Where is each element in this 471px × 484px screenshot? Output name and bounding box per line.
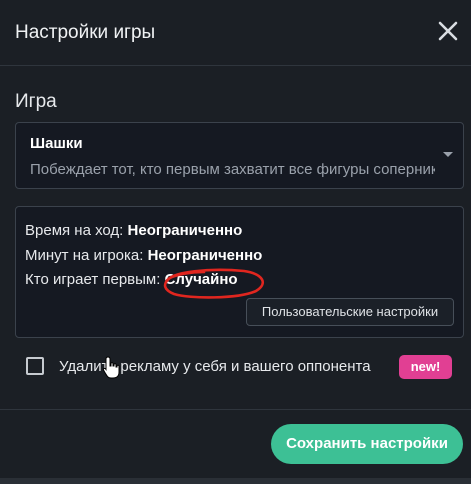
dialog-header: Настройки игры [0,0,471,66]
chevron-down-icon [443,152,453,157]
game-section-label: Игра [15,91,57,112]
remove-ads-checkbox[interactable] [26,357,44,375]
footer-divider [0,409,471,410]
first-player-row: Кто играет первым: Случайно [25,271,238,288]
game-select-name: Шашки [30,135,83,152]
close-icon[interactable] [436,19,460,43]
dialog-title: Настройки игры [15,22,156,43]
background-strip [0,478,471,484]
minutes-label: Минут на игрока: [25,247,148,264]
time-label: Время на ход: [25,222,128,239]
custom-settings-button[interactable]: Пользовательские настройки [246,298,454,326]
game-select[interactable]: Шашки Побеждает тот, кто первым захватит… [15,122,464,189]
time-value: Неограниченно [127,222,243,239]
new-badge: new! [399,355,452,379]
game-select-description: Побеждает тот, кто первым захватит все ф… [30,161,435,178]
save-settings-button[interactable]: Сохранить настройки [271,424,463,464]
first-player-value: Случайно [164,271,238,288]
hand-cursor-icon [102,356,120,379]
first-player-label: Кто играет первым: [25,271,165,288]
minutes-value: Неограниченно [147,247,263,264]
time-row: Время на ход: Неограниченно [25,222,242,239]
minutes-row: Минут на игрока: Неограниченно [25,247,262,264]
